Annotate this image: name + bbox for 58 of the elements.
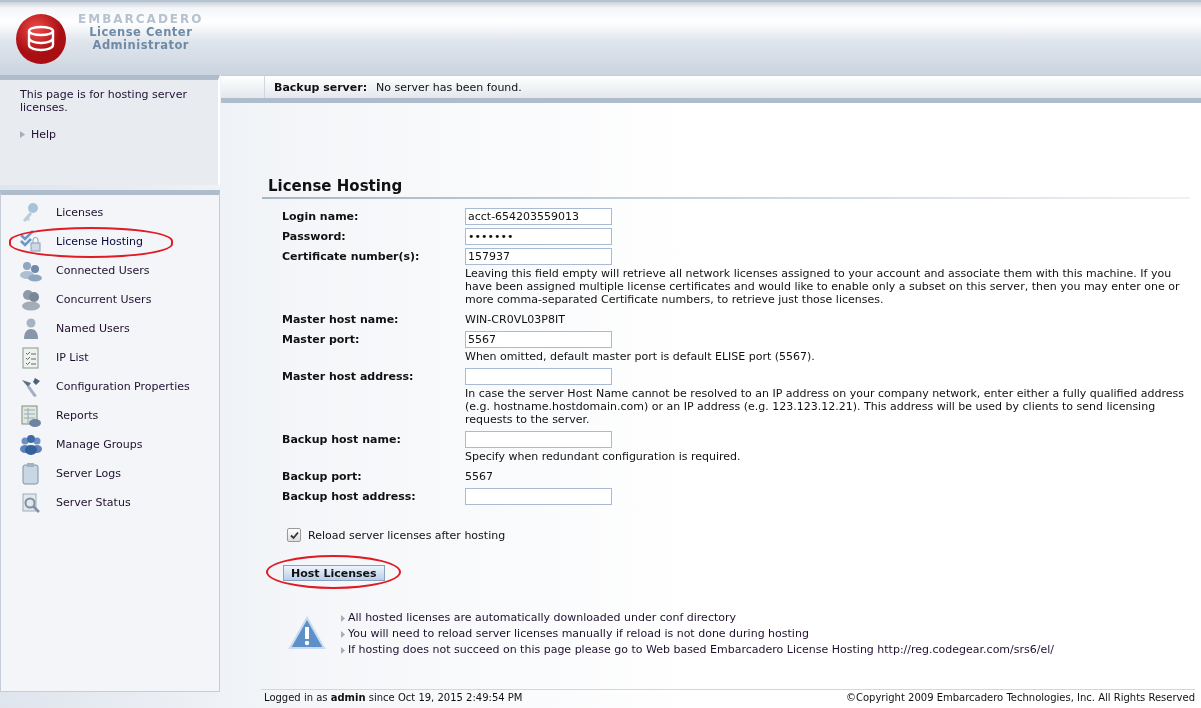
field-label: Master host name: xyxy=(282,312,400,328)
checkbox-label: Reload server licenses after hosting xyxy=(308,528,506,542)
field-hint: When omitted, default master port is default ELISE port (5567). xyxy=(465,350,816,363)
app-title: Administrator xyxy=(92,38,189,52)
input-field[interactable] xyxy=(465,368,612,385)
checkbox[interactable] xyxy=(287,528,301,542)
field-value: WIN-CR0VL03P8IT xyxy=(465,312,566,328)
status-label: Backup server: xyxy=(274,80,368,94)
field-label: Backup host address: xyxy=(282,489,417,505)
triangle-bullet-icon xyxy=(20,131,25,138)
nav-item[interactable]: Configuration Properties xyxy=(56,380,190,393)
host-licenses-button[interactable]: Host Licenses xyxy=(283,565,385,581)
note-text: You will need to reload server licenses manually if reload is not done during hosting xyxy=(348,626,809,642)
input-field[interactable]: 5567 xyxy=(465,331,612,348)
field-label: Master host address: xyxy=(282,369,415,385)
users-icon xyxy=(19,287,43,312)
info-text: This page is for hosting server licenses. xyxy=(20,88,188,114)
nav-item[interactable]: Concurrent Users xyxy=(56,293,152,306)
note-text: If hosting does not succeed on this page please go to Web based Embarcadero License Hosting http://reg.codegear.com/srs6/el/ xyxy=(348,642,1054,658)
nav-item[interactable]: IP List xyxy=(56,351,89,364)
report-icon xyxy=(19,403,43,428)
database-logo-icon xyxy=(16,13,66,64)
triangle-bullet-icon xyxy=(341,630,345,638)
input-field[interactable]: ••••••• xyxy=(465,228,612,245)
status-value: No server has been found. xyxy=(376,80,522,94)
field-hint: In case the server Host Name cannot be resolved to an IP address on your company network, enter either a fully qualified address (e.g. hostname.hostdomain.com) or an IP address (e.g. 123.123.12.21). This address will be used by clients to send licensing requests to the server. xyxy=(465,387,1185,426)
checkmark-lock-icon xyxy=(19,229,43,254)
nav-item[interactable]: Named Users xyxy=(56,322,130,335)
field-hint: Leaving this field empty will retrieve all network licenses assigned to your account and associate them with this machine. If you have been assigned multiple license certificates and would like to enable only a subset on this server, then you may enter one or more comma-separated Certificate numbers, to retrieve just those licenses. xyxy=(465,267,1181,306)
nav-item[interactable]: Licenses xyxy=(56,206,104,219)
nav-item[interactable]: Connected Users xyxy=(56,264,150,277)
brand-name: EMBARCADERO xyxy=(78,11,204,26)
copyright-text: ©Copyright 2009 Embarcadero Technologies, Inc. All Rights Reserved xyxy=(846,692,1195,705)
app-title: License Center xyxy=(89,25,193,39)
nav-item[interactable]: Reports xyxy=(56,409,99,422)
field-value: 5567 xyxy=(465,469,494,485)
field-label: Backup host name: xyxy=(282,432,402,448)
nav-item[interactable]: Server Status xyxy=(56,496,131,509)
help-link[interactable]: Help xyxy=(31,128,57,141)
field-label: Password: xyxy=(282,229,347,245)
nav-item[interactable]: License Hosting xyxy=(56,235,144,248)
field-label: Certificate number(s): xyxy=(282,249,421,265)
login-info: Logged in as admin since Oct 19, 2015 2:49:54 PM xyxy=(264,692,523,705)
input-field[interactable]: acct-654203559013 xyxy=(465,208,612,225)
note-text: All hosted licenses are automatically downloaded under conf directory xyxy=(348,610,736,626)
field-hint: Specify when redundant configuration is required. xyxy=(465,450,742,463)
nav-item[interactable]: Manage Groups xyxy=(56,438,143,451)
field-label: Backup port: xyxy=(282,469,363,485)
section-title: License Hosting xyxy=(262,177,1190,199)
group-icon xyxy=(19,432,43,457)
field-label: Login name: xyxy=(282,209,360,225)
input-field[interactable] xyxy=(465,431,612,448)
triangle-bullet-icon xyxy=(341,646,345,654)
input-field[interactable]: 157937 xyxy=(465,248,612,265)
triangle-bullet-icon xyxy=(341,614,345,622)
field-label: Master port: xyxy=(282,332,361,348)
nav-item[interactable]: Server Logs xyxy=(56,467,121,480)
input-field[interactable] xyxy=(465,488,612,505)
